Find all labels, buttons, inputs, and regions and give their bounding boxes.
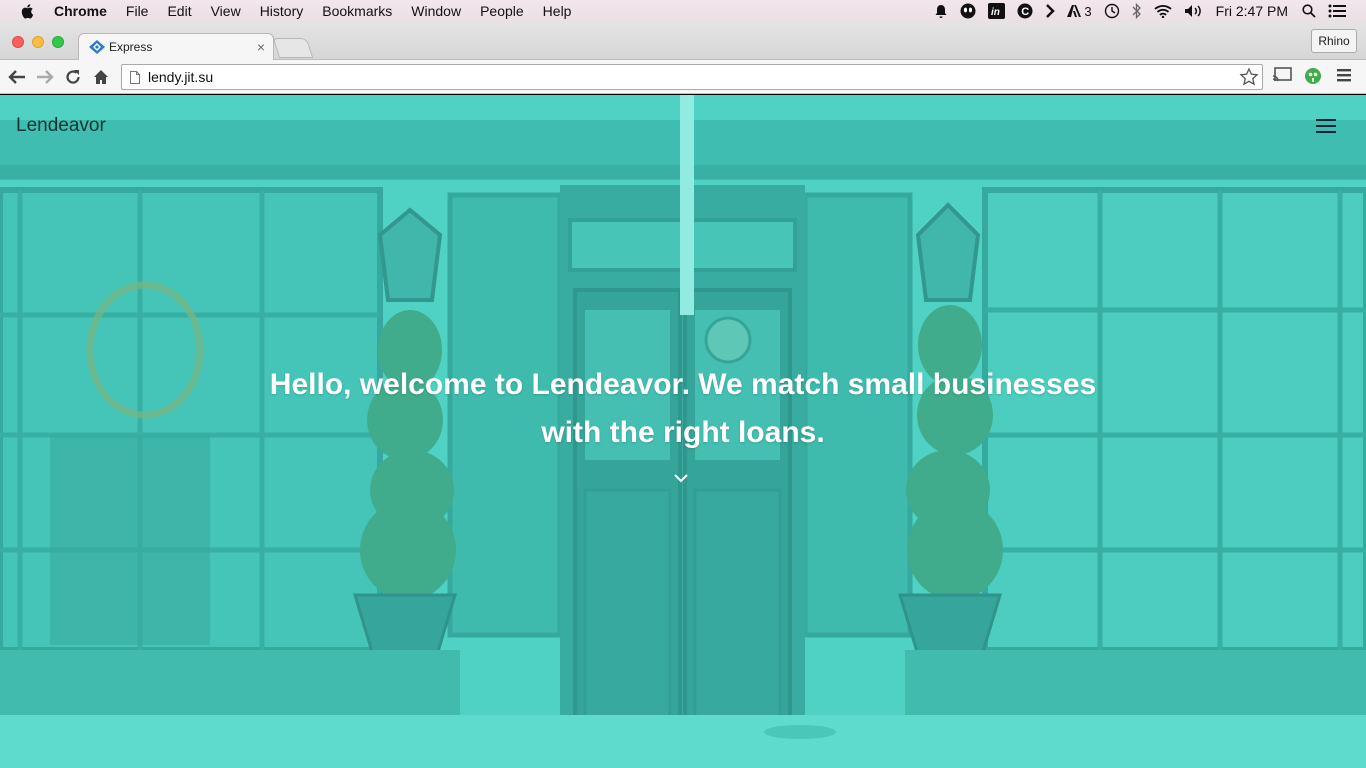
svg-text:in: in: [991, 7, 1000, 18]
status-area: in C 3 Fri 2:47 PM: [934, 0, 1366, 22]
macos-menu-bar: Chrome File Edit View History Bookmarks …: [0, 0, 1366, 22]
chevron-right-icon[interactable]: [1045, 4, 1056, 18]
svg-text:C: C: [1022, 6, 1030, 18]
profile-button[interactable]: Rhino: [1311, 29, 1357, 53]
site-brand-logo[interactable]: Lendeavor: [16, 115, 106, 137]
back-button[interactable]: [7, 67, 27, 87]
web-page: Lendeavor Hello, welcome to Lendeavor. W…: [0, 95, 1366, 768]
menu-history[interactable]: History: [260, 3, 304, 19]
address-bar-url[interactable]: lendy.jit.su: [148, 69, 213, 85]
menu-people[interactable]: People: [480, 3, 524, 19]
adobe-icon[interactable]: 3: [1067, 3, 1092, 19]
page-icon: [130, 70, 140, 84]
forward-button[interactable]: [35, 67, 55, 87]
linkedin-icon[interactable]: in: [988, 3, 1006, 19]
home-icon: [94, 70, 108, 84]
time-machine-icon[interactable]: [1104, 3, 1120, 19]
home-button[interactable]: [91, 67, 111, 87]
apple-menu-icon[interactable]: [20, 3, 36, 19]
menu-window[interactable]: Window: [411, 3, 461, 19]
browser-toolbar: lendy.jit.su: [0, 60, 1366, 94]
extension-button[interactable]: [1304, 67, 1322, 90]
scroll-down-chevron-icon[interactable]: [673, 473, 689, 483]
circle-c-icon[interactable]: C: [1017, 3, 1033, 19]
spotlight-search-icon[interactable]: [1302, 4, 1316, 18]
reload-icon: [66, 70, 80, 84]
notification-center-icon[interactable]: [1328, 4, 1346, 18]
hero-line-2: with the right loans.: [541, 416, 825, 449]
window-close-button[interactable]: [12, 36, 24, 48]
chrome-menu-icon: [1337, 69, 1351, 82]
tab-close-icon[interactable]: ×: [257, 39, 265, 55]
menubar-clock[interactable]: Fri 2:47 PM: [1216, 3, 1288, 19]
bluetooth-icon[interactable]: [1132, 3, 1142, 19]
hero-line-1: Hello, welcome to Lendeavor. We match sm…: [269, 368, 1097, 401]
chrome-menu-button[interactable]: [1337, 67, 1351, 88]
new-tab-button[interactable]: [272, 38, 314, 58]
cast-icon: [1272, 67, 1292, 82]
back-arrow-icon: [8, 70, 25, 84]
menu-bookmarks[interactable]: Bookmarks: [322, 3, 392, 19]
adobe-count: 3: [1084, 3, 1092, 19]
tab-title: Express: [109, 40, 153, 54]
hamburger-menu-icon[interactable]: [1316, 119, 1336, 133]
menu-edit[interactable]: Edit: [167, 3, 191, 19]
volume-icon[interactable]: [1184, 4, 1204, 18]
menu-view[interactable]: View: [211, 3, 241, 19]
address-bar[interactable]: lendy.jit.su: [121, 64, 1263, 90]
alien-icon[interactable]: [960, 3, 976, 19]
window-zoom-button[interactable]: [52, 36, 64, 48]
browser-tab-active[interactable]: Express ×: [78, 33, 274, 60]
wifi-icon[interactable]: [1154, 4, 1172, 18]
menu-file[interactable]: File: [126, 3, 149, 19]
window-minimize-button[interactable]: [32, 36, 44, 48]
cast-button[interactable]: [1272, 67, 1292, 88]
notification-bell-icon[interactable]: [934, 4, 948, 19]
forward-arrow-icon: [37, 70, 54, 84]
tab-favicon-icon: [89, 40, 105, 54]
green-extension-icon: [1305, 68, 1321, 84]
menu-app-name[interactable]: Chrome: [54, 3, 107, 19]
hero-heading: Hello, welcome to Lendeavor. We match sm…: [183, 361, 1183, 457]
menu-help[interactable]: Help: [543, 3, 572, 19]
browser-tab-strip: Express × Rhino: [0, 22, 1366, 60]
reload-button[interactable]: [63, 67, 83, 87]
bookmark-star-icon[interactable]: [1239, 67, 1259, 87]
